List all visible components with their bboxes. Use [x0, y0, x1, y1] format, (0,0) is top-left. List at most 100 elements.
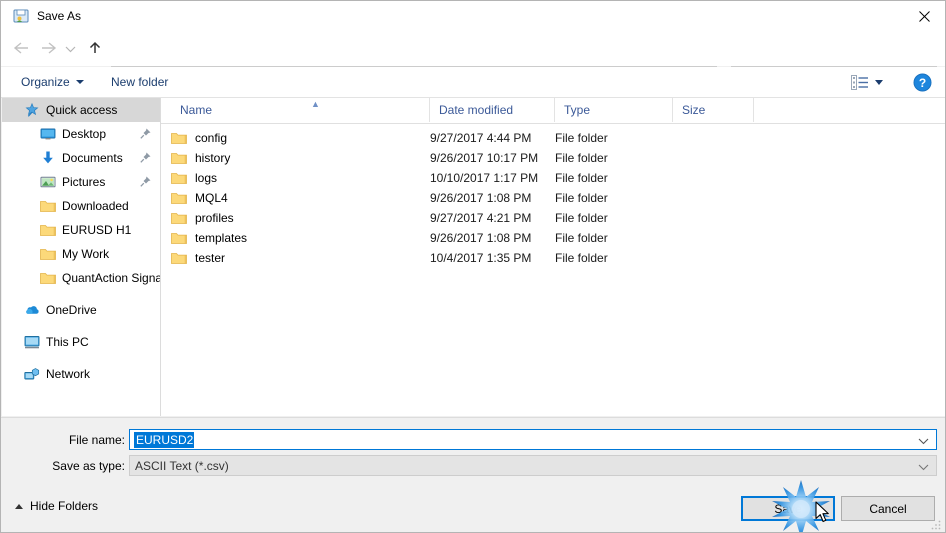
close-button[interactable]	[901, 1, 945, 31]
folder-icon	[40, 222, 56, 238]
new-folder-label: New folder	[111, 75, 169, 89]
file-name-label: history	[195, 151, 231, 165]
column-header-label: Size	[682, 103, 706, 117]
file-name-cell: config	[171, 128, 227, 148]
save-as-type-select[interactable]: ASCII Text (*.csv)	[129, 455, 937, 476]
sidebar-item-label: Desktop	[62, 127, 107, 141]
navigation-sidebar: Quick access Desktop Documents Pictures …	[2, 98, 160, 416]
arrow-right-icon	[40, 41, 58, 58]
sidebar-item-label: Documents	[62, 151, 123, 165]
save-button[interactable]: Save	[741, 496, 835, 521]
sidebar-item-desktop[interactable]: Desktop	[2, 122, 160, 146]
table-row[interactable]: logs 10/10/2017 1:17 PM File folder	[161, 168, 945, 188]
command-toolbar: Organize New folder ?	[1, 67, 945, 98]
table-row[interactable]: templates 9/26/2017 1:08 PM File folder	[161, 228, 945, 248]
sidebar-item-label: OneDrive	[46, 303, 97, 317]
column-header-label: Name	[180, 103, 213, 117]
arrow-left-icon	[12, 41, 30, 58]
column-header-date-modified[interactable]: Date modified	[430, 98, 555, 122]
table-row[interactable]: profiles 9/27/2017 4:21 PM File folder	[161, 208, 945, 228]
cancel-button-label: Cancel	[869, 501, 907, 516]
help-button[interactable]: ?	[913, 73, 932, 92]
svg-text:?: ?	[919, 76, 926, 90]
sidebar-item-label: Quick access	[46, 103, 118, 117]
sidebar-item-this-pc[interactable]: This PC	[2, 330, 160, 354]
sidebar-item-documents[interactable]: Documents	[2, 146, 160, 170]
file-type-cell: File folder	[555, 171, 608, 185]
folder-icon	[40, 246, 56, 262]
sidebar-item-label: QuantAction Signal	[62, 271, 160, 285]
file-type-cell: File folder	[555, 251, 608, 265]
up-one-level-button[interactable]	[83, 37, 107, 61]
hide-folders-button[interactable]: Hide Folders	[15, 499, 98, 513]
file-type-cell: File folder	[555, 191, 608, 205]
arrow-up-icon	[87, 40, 103, 59]
sidebar-item-quantaction-signal[interactable]: QuantAction Signal	[2, 266, 160, 290]
help-icon: ?	[913, 73, 932, 95]
cancel-button[interactable]: Cancel	[841, 496, 935, 521]
folder-icon	[171, 231, 187, 245]
sidebar-item-label: This PC	[46, 335, 89, 349]
column-header-size[interactable]: Size	[673, 98, 754, 122]
file-name-label: tester	[195, 251, 226, 265]
folder-icon	[171, 191, 187, 205]
save-as-type-label: Save as type:	[52, 459, 125, 473]
window-title: Save As	[37, 9, 82, 23]
this-pc-icon	[24, 334, 40, 350]
table-row[interactable]: history 9/26/2017 10:17 PM File folder	[161, 148, 945, 168]
file-name-cell: profiles	[171, 208, 234, 228]
table-row[interactable]: tester 10/4/2017 1:35 PM File folder	[161, 248, 945, 268]
folder-icon	[40, 198, 56, 214]
chevron-down-icon[interactable]	[918, 434, 929, 448]
view-dropdown-caret-icon[interactable]	[875, 80, 883, 85]
file-rows-container: config 9/27/2017 4:44 PM File folder his…	[161, 124, 945, 268]
pin-icon[interactable]	[139, 151, 152, 164]
file-type-cell: File folder	[555, 151, 608, 165]
folder-icon	[171, 211, 187, 225]
documents-icon	[40, 150, 56, 166]
sidebar-item-my-work[interactable]: My Work	[2, 242, 160, 266]
folder-icon	[171, 131, 187, 145]
file-list-pane: Name ▲ Date modified Type Size config 9/…	[160, 98, 945, 416]
save-button-label: Save	[774, 501, 802, 516]
network-icon	[24, 366, 40, 382]
table-row[interactable]: MQL4 9/26/2017 1:08 PM File folder	[161, 188, 945, 208]
organize-button[interactable]: Organize	[15, 67, 90, 97]
file-date-cell: 9/27/2017 4:21 PM	[430, 211, 532, 225]
save-as-dialog: Save As Organize New folder ? Quick acce…	[0, 0, 946, 533]
sidebar-item-downloaded[interactable]: Downloaded	[2, 194, 160, 218]
pin-icon[interactable]	[139, 127, 152, 140]
pin-icon[interactable]	[139, 175, 152, 188]
pictures-icon	[40, 174, 56, 190]
view-layout-icon[interactable]	[851, 75, 869, 90]
folder-icon	[171, 171, 187, 185]
caret-up-icon: ▲	[311, 99, 320, 109]
sidebar-item-eurusd-h1[interactable]: EURUSD H1	[2, 218, 160, 242]
back-button[interactable]	[9, 37, 33, 61]
star-pin-icon	[24, 102, 40, 118]
chevron-down-icon	[75, 80, 84, 84]
column-header-name[interactable]: Name ▲	[171, 98, 430, 122]
recent-locations-button[interactable]	[61, 37, 79, 61]
file-name-label: logs	[195, 171, 218, 185]
table-row[interactable]: config 9/27/2017 4:44 PM File folder	[161, 128, 945, 148]
file-name-input[interactable]: EURUSD2	[129, 429, 937, 450]
file-name-label: templates	[195, 231, 248, 245]
file-name-label: config	[195, 131, 228, 145]
column-header-type[interactable]: Type	[555, 98, 673, 122]
sidebar-item-network[interactable]: Network	[2, 362, 160, 386]
new-folder-button[interactable]: New folder	[105, 67, 174, 97]
column-header-row: Name ▲ Date modified Type Size	[161, 98, 945, 124]
chevron-down-icon[interactable]	[918, 460, 929, 474]
file-type-cell: File folder	[555, 231, 608, 245]
sidebar-item-quick-access[interactable]: Quick access	[2, 98, 160, 122]
forward-button[interactable]	[37, 37, 61, 61]
file-date-cell: 9/26/2017 1:08 PM	[430, 231, 532, 245]
file-name-cell: tester	[171, 248, 225, 268]
sidebar-item-onedrive[interactable]: OneDrive	[2, 298, 160, 322]
file-type-cell: File folder	[555, 131, 608, 145]
title-bar: Save As	[1, 1, 945, 31]
sidebar-item-pictures[interactable]: Pictures	[2, 170, 160, 194]
organize-label: Organize	[21, 75, 70, 89]
